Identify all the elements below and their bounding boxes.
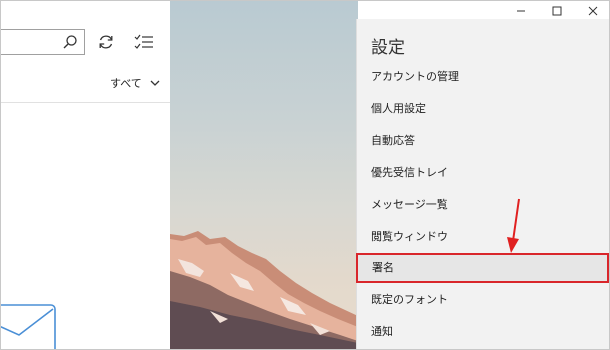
- menu-item-reading-pane[interactable]: 閲覧ウィンドウ: [357, 222, 609, 252]
- settings-panel: 設定 アカウントの管理 個人用設定 自動応答 優先受信トレイ メッセージ一覧 閲…: [356, 19, 609, 349]
- close-icon[interactable]: [587, 5, 599, 17]
- maximize-icon[interactable]: [551, 5, 563, 17]
- search-icon[interactable]: [62, 34, 78, 50]
- filter-dropdown[interactable]: すべて: [110, 75, 160, 91]
- annotation-arrow-icon: [507, 198, 520, 253]
- sync-icon[interactable]: [97, 33, 115, 51]
- menu-item-personalization[interactable]: 個人用設定: [357, 94, 609, 124]
- search-input[interactable]: [1, 29, 85, 55]
- menu-item-signature[interactable]: 署名: [356, 253, 609, 283]
- menu-item-focused-inbox[interactable]: 優先受信トレイ: [357, 158, 609, 188]
- menu-item-account-management[interactable]: アカウントの管理: [357, 62, 609, 92]
- settings-title: 設定: [371, 38, 405, 58]
- menu-item-notifications[interactable]: 通知: [357, 317, 609, 347]
- filter-label: すべて: [110, 77, 142, 90]
- menu-item-auto-reply[interactable]: 自動応答: [357, 126, 609, 156]
- mail-icon: [1, 304, 56, 349]
- divider: [1, 102, 170, 103]
- background-image: [170, 1, 358, 349]
- mail-list-pane: すべて: [1, 1, 171, 349]
- minimize-icon[interactable]: [515, 5, 527, 17]
- window-controls: [515, 5, 599, 17]
- menu-item-message-list[interactable]: メッセージ一覧: [357, 190, 609, 220]
- mail-app-window: すべて 設定 アカウントの管理 個人用設定 自動応答 優先受信トレイ メッセージ…: [0, 0, 610, 350]
- chevron-down-icon: [150, 80, 160, 86]
- menu-item-default-font[interactable]: 既定のフォント: [357, 285, 609, 315]
- select-mode-icon[interactable]: [134, 33, 154, 51]
